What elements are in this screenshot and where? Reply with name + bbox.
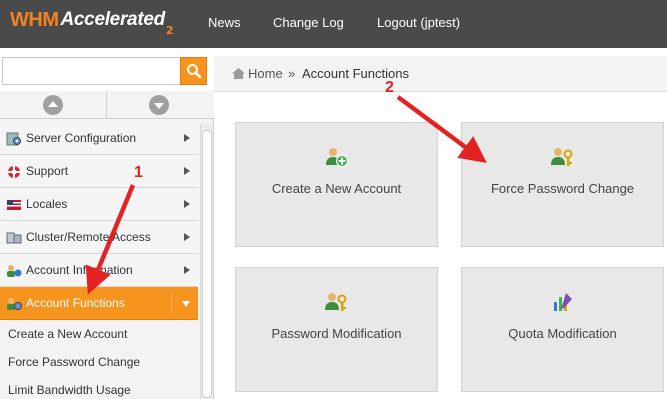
user-info-icon — [7, 265, 22, 277]
chevron-right-icon — [184, 134, 190, 142]
annotation-number-1: 1 — [134, 164, 143, 181]
gear-icon — [6, 132, 21, 146]
scrollbar-thumb[interactable] — [202, 130, 212, 398]
sidebar-subitem-limit-bandwidth-usage[interactable]: Limit Bandwidth Usage — [8, 383, 131, 397]
nav-news-link[interactable]: News — [208, 15, 241, 30]
flag-icon — [7, 200, 21, 210]
chevron-down-icon — [182, 301, 190, 307]
tile-force-password-change[interactable]: Force Password Change — [461, 122, 664, 247]
search-button[interactable] — [180, 57, 207, 85]
whm-logo[interactable]: WHM Accelerated 2 — [10, 8, 174, 40]
user-key-icon — [550, 148, 572, 166]
home-icon — [232, 68, 245, 79]
sidebar-item-account-information[interactable]: Account Information — [0, 254, 198, 287]
quota-chart-icon — [553, 293, 572, 311]
logo-version: 2 — [165, 24, 174, 37]
sidebar-item-cluster-remote-access[interactable]: Cluster/Remote Access — [0, 221, 198, 254]
sidebar-item-label: Support — [26, 164, 69, 178]
tile-quota-modification[interactable]: Quota Modification — [461, 267, 664, 392]
nav-change-log-link[interactable]: Change Log — [273, 15, 344, 30]
tile-create-new-account[interactable]: Create a New Account — [235, 122, 438, 247]
sidebar-item-label: Locales — [26, 197, 68, 211]
top-navigation-bar: WHM Accelerated 2 News Change Log Logout… — [0, 0, 667, 48]
sidebar-item-locales[interactable]: Locales — [0, 188, 198, 221]
tile-label: Force Password Change — [490, 181, 635, 196]
user-key-icon — [324, 293, 346, 311]
breadcrumb-separator: » — [288, 66, 296, 81]
chevron-right-icon — [184, 200, 190, 208]
search-box — [0, 56, 207, 89]
tile-label: Quota Modification — [508, 326, 617, 341]
chevron-right-icon — [184, 266, 190, 274]
annotation-number-2: 2 — [385, 79, 394, 96]
divider — [106, 91, 107, 119]
sidebar-item-label: Account Information — [26, 263, 133, 277]
scroll-down-button[interactable] — [149, 95, 169, 115]
sidebar-subitem-create-new-account[interactable]: Create a New Account — [8, 327, 127, 341]
sidebar-subitem-force-password-change[interactable]: Force Password Change — [8, 355, 140, 369]
breadcrumb-home-link[interactable]: Home — [248, 66, 283, 81]
add-user-icon — [325, 148, 348, 167]
tile-password-modification[interactable]: Password Modification — [235, 267, 438, 392]
sidebar-item-label: Cluster/Remote Access — [26, 230, 151, 244]
tile-label: Password Modification — [271, 326, 402, 341]
search-input[interactable] — [2, 57, 180, 85]
scroll-up-button[interactable] — [43, 95, 63, 115]
tile-label: Create a New Account — [271, 181, 402, 196]
sidebar: Server Configuration Support Locales Clu… — [0, 91, 214, 399]
sidebar-item-server-configuration[interactable]: Server Configuration — [0, 122, 198, 155]
logo-name: Accelerated — [60, 9, 165, 30]
sidebar-item-support[interactable]: Support — [0, 155, 198, 188]
chevron-right-icon — [184, 233, 190, 241]
sidebar-item-label: Server Configuration — [26, 131, 137, 145]
sidebar-scroll-controls — [0, 91, 214, 119]
sidebar-scrollbar[interactable] — [200, 124, 213, 399]
chevron-right-icon — [184, 167, 190, 175]
search-icon — [187, 64, 202, 79]
user-gear-icon — [7, 298, 22, 310]
servers-icon — [6, 232, 22, 244]
sidebar-item-account-functions[interactable]: Account Functions — [0, 287, 198, 320]
breadcrumb: Home » Account Functions — [214, 56, 667, 92]
nav-logout-link[interactable]: Logout (jptest) — [377, 15, 460, 30]
lifebuoy-icon — [8, 166, 20, 178]
sidebar-item-label: Account Functions — [26, 296, 125, 310]
logo-brand: WHM — [10, 9, 59, 31]
divider — [171, 293, 172, 313]
